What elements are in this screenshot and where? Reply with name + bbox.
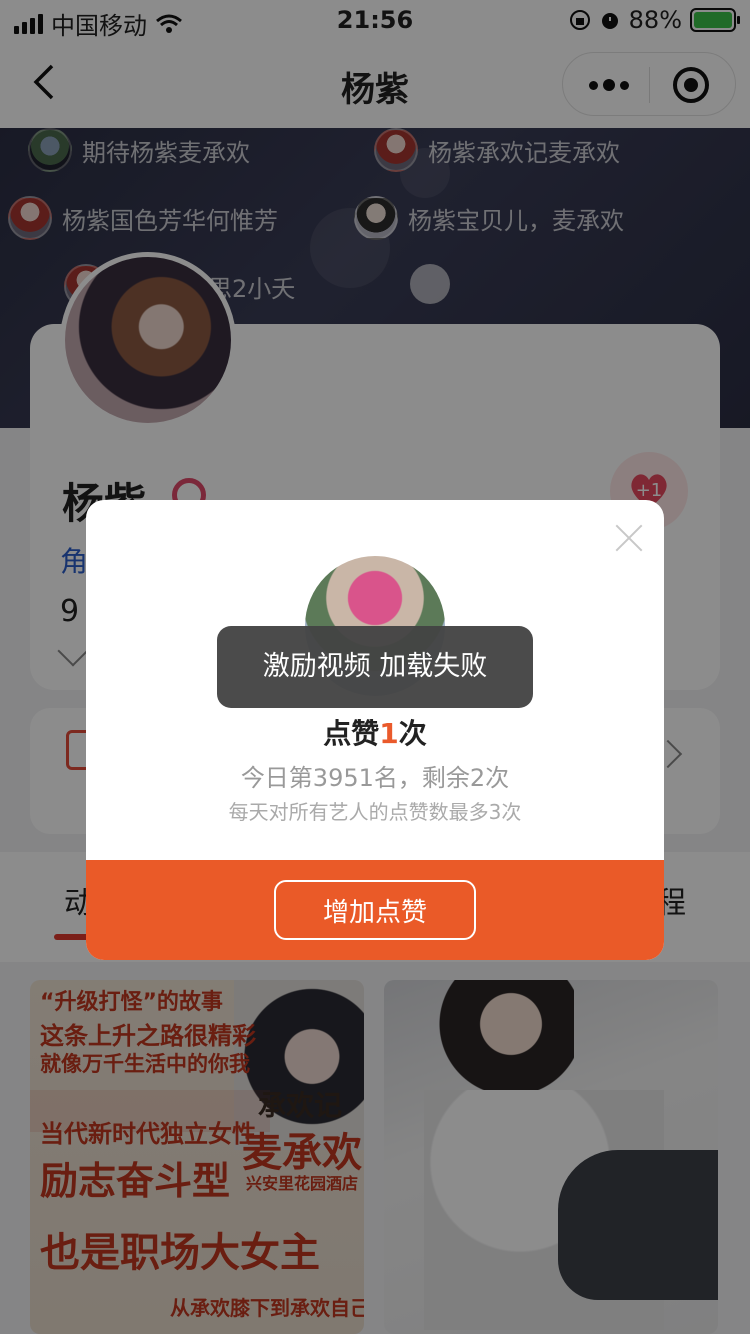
- like-count-title: 点赞1次: [323, 717, 427, 750]
- daily-limit-text: 每天对所有艺人的点赞数最多3次: [228, 800, 522, 824]
- dialog-footer: 增加点赞: [86, 860, 664, 960]
- error-toast: 激励视频 加载失败: [217, 626, 533, 708]
- daily-rank-text: 今日第3951名，剩余2次: [240, 764, 510, 792]
- like-dialog: 点赞1次 今日第3951名，剩余2次 每天对所有艺人的点赞数最多3次 增加点赞: [86, 500, 664, 960]
- close-icon[interactable]: [614, 522, 644, 552]
- add-like-button[interactable]: 增加点赞: [274, 880, 476, 940]
